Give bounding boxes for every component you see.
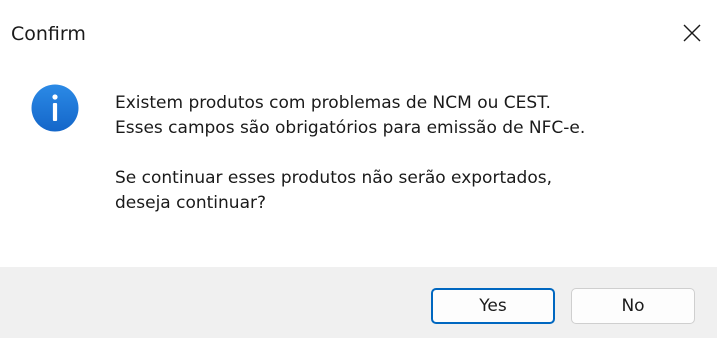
close-icon bbox=[683, 24, 701, 42]
confirm-dialog: Confirm Existem produtos com problemas d… bbox=[0, 0, 717, 338]
window-title: Confirm bbox=[11, 23, 86, 45]
button-bar: Yes No bbox=[0, 267, 717, 338]
title-bar: Confirm bbox=[0, 0, 717, 67]
close-button[interactable] bbox=[667, 8, 717, 58]
no-button[interactable]: No bbox=[571, 288, 695, 324]
dialog-content: Existem produtos com problemas de NCM ou… bbox=[0, 67, 717, 267]
yes-button[interactable]: Yes bbox=[431, 288, 555, 324]
message-line: Se continuar esses produtos não serão ex… bbox=[115, 168, 552, 188]
message-line: deseja continuar? bbox=[115, 193, 266, 213]
message-line: Existem produtos com problemas de NCM ou… bbox=[115, 93, 551, 113]
message-line: Esses campos são obrigatórios para emiss… bbox=[115, 118, 586, 138]
dialog-message: Existem produtos com problemas de NCM ou… bbox=[115, 91, 585, 216]
info-icon bbox=[31, 84, 79, 132]
